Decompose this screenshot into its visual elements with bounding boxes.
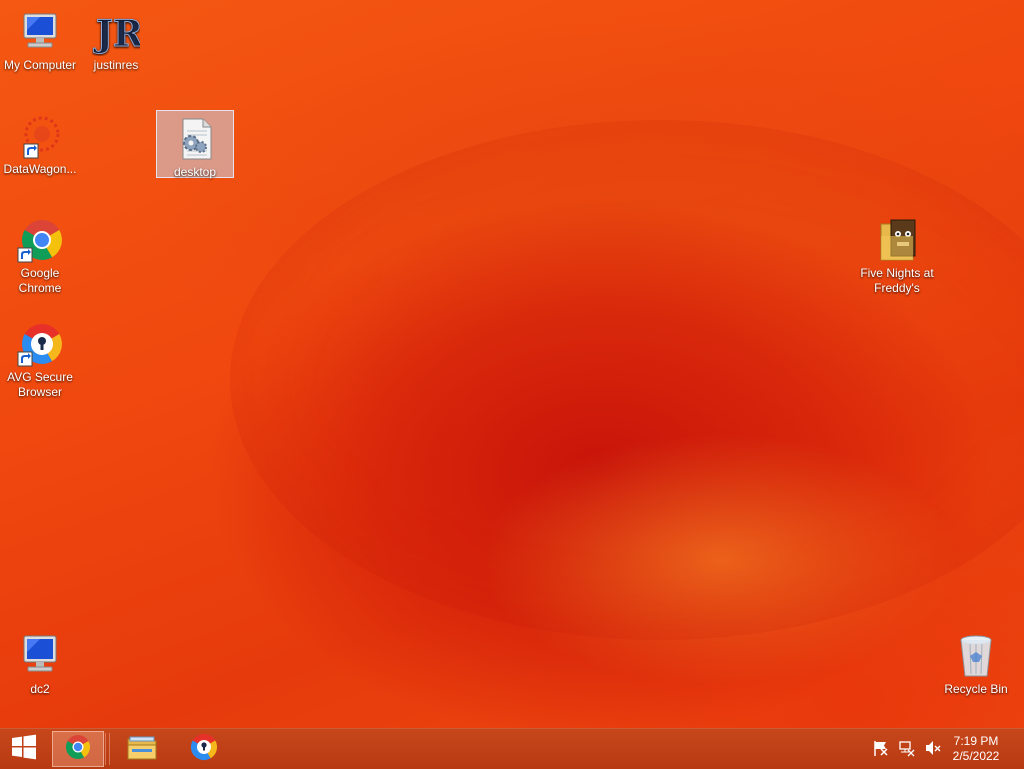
desktop-icon-label: Five Nights at Freddy's (860, 266, 934, 295)
jr-logo-icon: JR (92, 8, 145, 56)
action-center-flag-icon[interactable] (872, 739, 892, 759)
taskbar-divider (105, 733, 110, 765)
desktop-icon-label: desktop (173, 165, 217, 179)
desktop-icon-my-computer[interactable]: My Computer (0, 8, 80, 73)
desktop-icon-justinres[interactable]: JR justinres (76, 8, 156, 73)
volume-muted-icon[interactable] (924, 739, 944, 759)
desktop-icon-five-nights-at-freddys[interactable]: Five Nights at Freddy's (857, 216, 937, 296)
taskbar-avg-browser-button[interactable] (178, 731, 230, 767)
datawagon-icon (16, 112, 64, 160)
settings-file-icon (171, 115, 219, 163)
taskbar-chrome-button[interactable] (52, 731, 104, 767)
desktop-icon-avg-secure-browser[interactable]: AVG Secure Browser (0, 320, 80, 400)
clock-time: 7:19 PM (953, 734, 999, 748)
wallpaper-swirl (230, 120, 1024, 640)
taskbar: 7:19 PM 2/5/2022 (0, 728, 1024, 769)
desktop-icon-dc2[interactable]: dc2 (0, 632, 80, 697)
desktop-icon-label: Recycle Bin (944, 682, 1008, 696)
system-tray (872, 729, 944, 769)
computer-icon (16, 8, 64, 56)
computer-icon (16, 632, 64, 680)
desktop-icon-label: AVG Secure Browser (7, 370, 73, 399)
file-explorer-icon (126, 733, 158, 766)
avg-browser-icon (16, 320, 64, 368)
desktop-icon-label: dc2 (30, 682, 50, 696)
avg-browser-icon (189, 732, 219, 767)
clock-date: 2/5/2022 (952, 749, 1000, 763)
desktop-background[interactable]: My Computer JR justinres DataWagon... de… (0, 0, 1024, 728)
chrome-icon (64, 733, 92, 766)
svg-text:JR: JR (93, 13, 140, 55)
desktop-icon-label: Google Chrome (18, 266, 62, 295)
freddy-folder-icon (873, 216, 921, 264)
desktop-icon-datawagon[interactable]: DataWagon... (0, 112, 80, 177)
windows-logo-icon (10, 733, 38, 766)
desktop-icon-desktop-file[interactable]: desktop (156, 110, 234, 179)
taskbar-file-explorer-button[interactable] (116, 731, 168, 767)
desktop-icon-google-chrome[interactable]: Google Chrome (0, 216, 80, 296)
taskbar-clock[interactable]: 7:19 PM 2/5/2022 (946, 734, 1006, 764)
recycle-bin-icon (952, 632, 1000, 680)
network-icon[interactable] (898, 739, 918, 759)
desktop-icon-label: justinres (93, 58, 139, 72)
desktop-icon-label: DataWagon... (3, 162, 77, 176)
desktop-icon-label: My Computer (3, 58, 77, 72)
chrome-icon (16, 216, 64, 264)
desktop-icon-recycle-bin[interactable]: Recycle Bin (936, 632, 1016, 697)
start-button[interactable] (0, 731, 48, 767)
